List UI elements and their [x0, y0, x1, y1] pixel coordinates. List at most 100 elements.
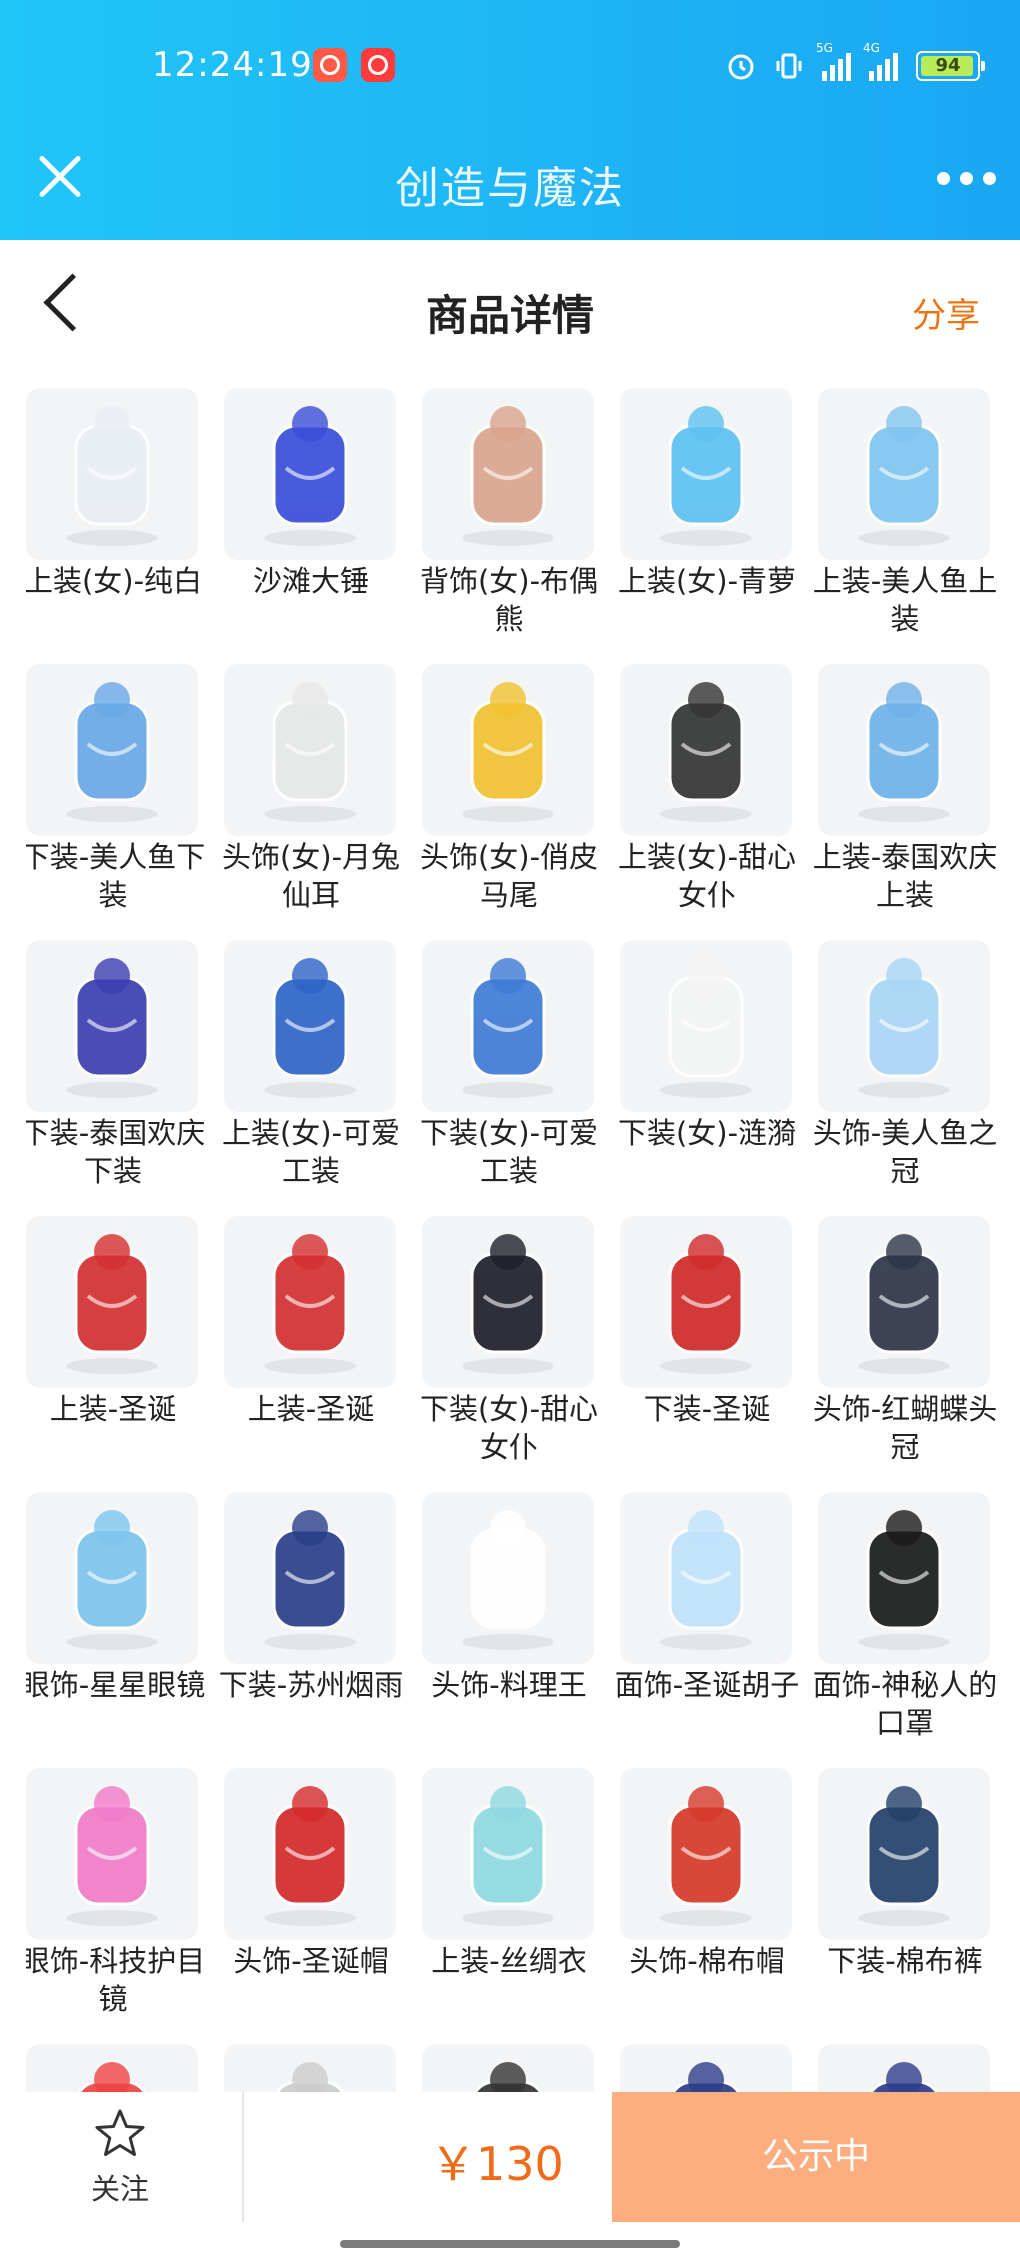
item-card[interactable]: 下装-圣诞: [620, 1216, 794, 1428]
item-label: 下装(女)-甜心女仆: [419, 1392, 599, 1464]
item-card[interactable]: 上装(女)-可爱工装: [222, 940, 400, 1190]
item-card[interactable]: 下装(女)-涟漪: [618, 940, 796, 1152]
alarm-icon: [728, 54, 754, 80]
status-bar: 12:24:19 5G 4G 94: [0, 0, 1020, 135]
item-label: 下装-棉布裤: [827, 1944, 983, 1978]
item-card[interactable]: 头饰-料理王: [422, 1492, 596, 1704]
divider: [242, 2092, 244, 2222]
item-card[interactable]: 上装(女)-甜心女仆: [618, 664, 796, 914]
item-thumbnail: [818, 1492, 990, 1664]
item-card[interactable]: 下装-苏州烟雨: [219, 1492, 403, 1704]
item-thumbnail: [620, 1768, 792, 1940]
item-card[interactable]: 头饰-红蝴蝶头冠: [813, 1216, 997, 1466]
item-card[interactable]: 下装(女)-可爱工装: [420, 940, 598, 1190]
item-thumbnail: [224, 940, 396, 1112]
item-card[interactable]: [422, 2044, 596, 2093]
item-thumbnail: [620, 940, 792, 1112]
item-thumbnail: [422, 1216, 594, 1388]
item-card[interactable]: 下装(女)-甜心女仆: [420, 1216, 598, 1466]
item-label: 上装(女)-可爱工装: [221, 1116, 401, 1188]
item-label: 下装-泰国欢庆下装: [26, 1116, 206, 1188]
follow-button[interactable]: 关注: [60, 2106, 180, 2208]
item-label: 上装(女)-甜心女仆: [617, 840, 797, 912]
more-options-icon[interactable]: [937, 172, 996, 185]
item-thumbnail: [620, 2044, 792, 2093]
item-thumbnail: [620, 1492, 792, 1664]
share-button[interactable]: 分享: [912, 288, 980, 337]
item-label: 头饰-料理王: [431, 1668, 587, 1702]
item-label: 头饰(女)-俏皮马尾: [419, 840, 599, 912]
item-card[interactable]: 上装-美人鱼上装: [813, 388, 997, 638]
item-card[interactable]: 头饰(女)-俏皮马尾: [420, 664, 598, 914]
notification-app-icon: [313, 48, 347, 82]
item-label: 上装(女)-青萝: [617, 564, 797, 598]
item-card[interactable]: 眼饰-科技护目镜: [26, 1768, 205, 2018]
item-label: 下装-苏州烟雨: [218, 1668, 404, 1702]
follow-label: 关注: [90, 2172, 149, 2206]
item-card[interactable]: [224, 2044, 398, 2093]
item-grid: 上装(女)-纯白 沙滩大锤 背饰(女)-布偶熊 上装(女)-青萝 上装-美人鱼上装下装-…: [26, 388, 1006, 2093]
item-label: 上装-美人鱼上装: [812, 564, 998, 636]
item-thumbnail: [224, 388, 396, 560]
item-label: 头饰-美人鱼之冠: [812, 1116, 998, 1188]
item-card[interactable]: 头饰-圣诞帽: [224, 1768, 398, 1980]
item-card[interactable]: 沙滩大锤: [224, 388, 398, 600]
item-label: 面饰-圣诞胡子: [614, 1668, 800, 1702]
app-title: 创造与魔法: [395, 163, 625, 214]
item-thumbnail: [818, 2044, 990, 2093]
item-card[interactable]: 头饰(女)-月兔仙耳: [222, 664, 400, 914]
item-label: 下装-美人鱼下装: [26, 840, 206, 912]
signal-5g-icon: 5G: [816, 41, 851, 81]
item-thumbnail: [26, 1768, 198, 1940]
item-card[interactable]: 背饰(女)-布偶熊: [420, 388, 598, 638]
item-label: 下装-圣诞: [643, 1392, 771, 1426]
item-card[interactable]: [26, 2044, 200, 2093]
item-card[interactable]: 上装-圣诞: [224, 1216, 398, 1428]
item-thumbnail: [26, 2044, 198, 2093]
item-card[interactable]: 上装(女)-青萝: [618, 388, 796, 600]
vibrate-icon: [776, 53, 802, 79]
app-header: 12:24:19 5G 4G 94 创造与魔法: [0, 0, 1020, 240]
item-label: 下装(女)-涟漪: [617, 1116, 797, 1150]
item-label: 眼饰-科技护目镜: [26, 1944, 206, 2016]
item-thumbnail: [224, 1216, 396, 1388]
item-thumbnail: [818, 940, 990, 1112]
publicity-button[interactable]: 公示中: [612, 2092, 1020, 2222]
item-label: 上装-圣诞: [247, 1392, 375, 1426]
item-card[interactable]: 下装-泰国欢庆下装: [26, 940, 205, 1190]
item-thumbnail: [818, 388, 990, 560]
item-card[interactable]: [818, 2044, 992, 2093]
item-card[interactable]: 头饰-棉布帽: [620, 1768, 794, 1980]
item-thumbnail: [422, 1492, 594, 1664]
item-card[interactable]: 下装-棉布裤: [818, 1768, 992, 1980]
item-card[interactable]: 上装(女)-纯白: [26, 388, 202, 600]
item-thumbnail: [620, 388, 792, 560]
item-card[interactable]: 上装-泰国欢庆上装: [813, 664, 997, 914]
item-thumbnail: [26, 1492, 198, 1664]
item-card[interactable]: 头饰-美人鱼之冠: [813, 940, 997, 1190]
item-thumbnail: [224, 2044, 396, 2093]
item-card[interactable]: [620, 2044, 794, 2093]
item-card[interactable]: 下装-美人鱼下装: [26, 664, 205, 914]
notification-video-icon: [361, 48, 395, 82]
item-thumbnail: [818, 664, 990, 836]
item-thumbnail: [224, 1768, 396, 1940]
item-card[interactable]: 上装-丝绸衣: [422, 1768, 596, 1980]
item-card[interactable]: 眼饰-星星眼镜: [26, 1492, 205, 1704]
item-label: 下装(女)-可爱工装: [419, 1116, 599, 1188]
item-thumbnail: [224, 1492, 396, 1664]
home-indicator[interactable]: [340, 2240, 680, 2248]
item-label: 头饰-棉布帽: [629, 1944, 785, 1978]
item-thumbnail: [422, 2044, 594, 2093]
price-label: ￥130: [430, 2137, 564, 2191]
item-thumbnail: [620, 664, 792, 836]
item-card[interactable]: 面饰-圣诞胡子: [615, 1492, 799, 1704]
item-label: 上装-泰国欢庆上装: [812, 840, 998, 912]
star-icon: [95, 2109, 145, 2156]
item-label: 上装(女)-纯白: [26, 564, 203, 598]
item-card[interactable]: 面饰-神秘人的口罩: [813, 1492, 997, 1742]
bottom-action-bar: 关注 ￥130 公示中: [0, 2092, 1020, 2222]
item-card[interactable]: 上装-圣诞: [26, 1216, 200, 1428]
page-title: 商品详情: [425, 291, 594, 340]
item-thumbnail: [422, 940, 594, 1112]
